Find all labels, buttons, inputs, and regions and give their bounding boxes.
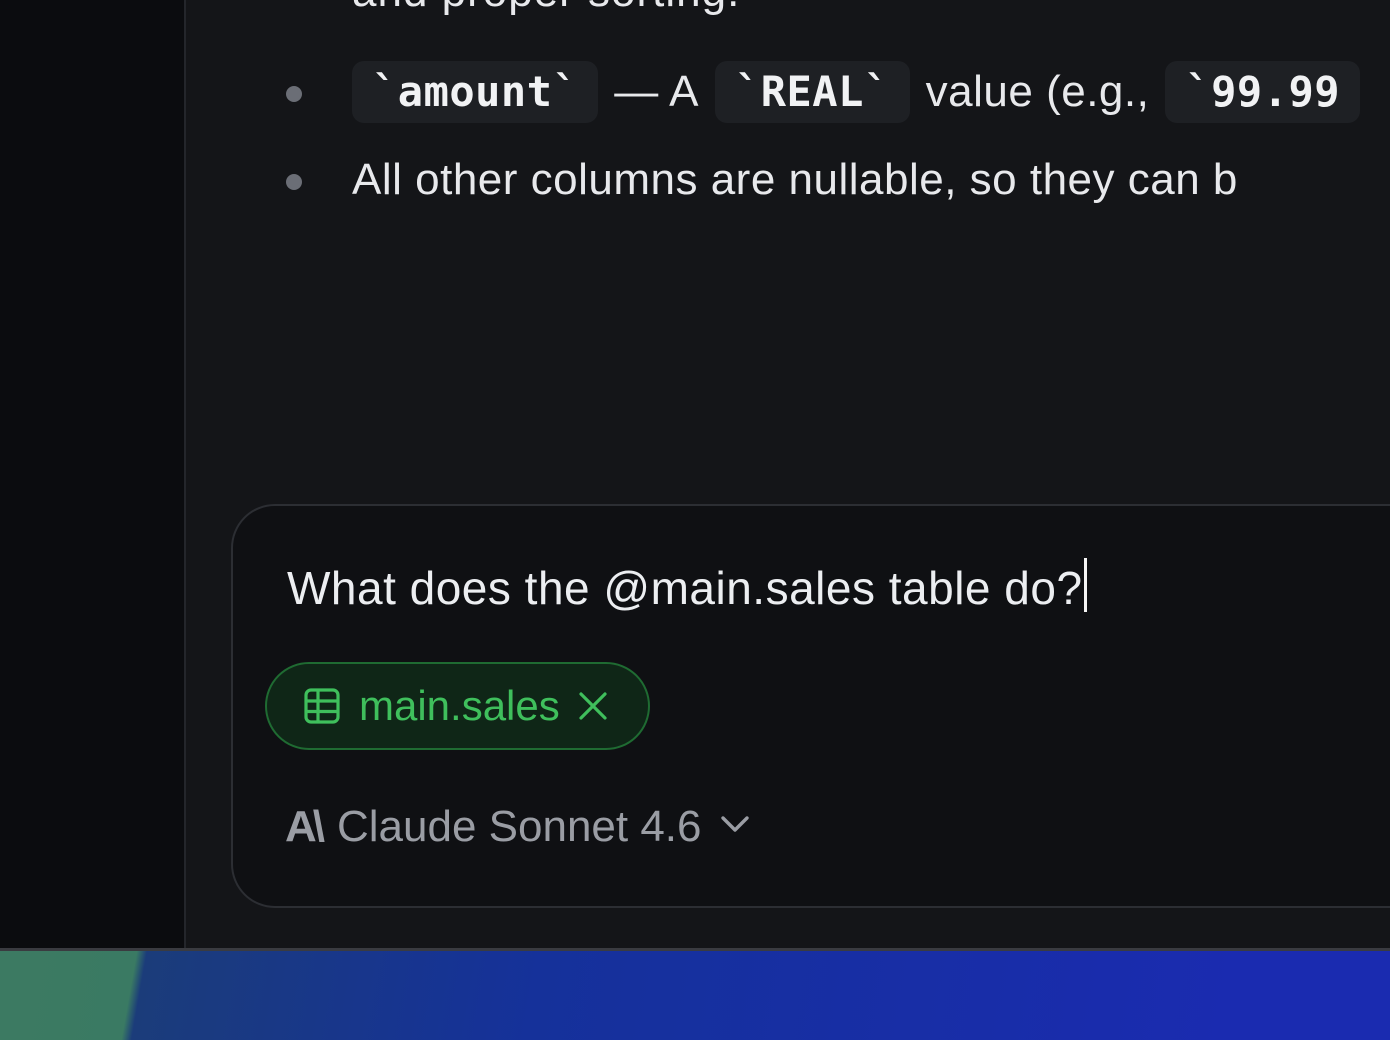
context-chip[interactable]: main.sales <box>265 662 650 750</box>
chevron-down-icon <box>718 802 752 852</box>
bullet-dot <box>286 86 302 102</box>
inline-code: `REAL` <box>714 61 910 123</box>
table-icon <box>303 687 341 725</box>
inline-code: `99.99 <box>1165 61 1361 123</box>
list-item-text: All other columns are nullable, so they … <box>352 155 1238 204</box>
model-selector-label: Claude Sonnet 4.6 <box>337 802 702 851</box>
list-item-content: `amount` — A `REAL` value (e.g., `99.99 <box>352 52 1361 132</box>
inline-code: `amount` <box>352 61 599 123</box>
list-item: All other columns are nullable, so they … <box>186 142 1390 222</box>
chat-panel: and proper sorting. `amount` — A `REAL` … <box>186 0 1390 948</box>
anthropic-logo-icon: A\ <box>285 802 325 851</box>
close-icon[interactable] <box>578 691 608 721</box>
context-chip-label: main.sales <box>359 682 560 729</box>
message-partial-line: and proper sorting. <box>352 0 740 14</box>
app-window: and proper sorting. `amount` — A `REAL` … <box>0 0 1390 951</box>
list-item: `amount` — A `REAL` value (e.g., `99.99 <box>186 52 1390 132</box>
list-item-text: value (e.g., <box>925 67 1150 116</box>
chat-composer: What does the @main.sales table do? main… <box>231 504 1390 908</box>
list-item-text: — A <box>614 67 699 116</box>
message-input[interactable]: What does the @main.sales table do? <box>287 558 1087 615</box>
message-input-value: What does the @main.sales table do? <box>287 562 1083 614</box>
model-selector[interactable]: A\ Claude Sonnet 4.6 <box>285 802 752 852</box>
sidebar <box>0 0 186 948</box>
text-caret <box>1083 558 1087 612</box>
bullet-dot <box>286 174 302 190</box>
